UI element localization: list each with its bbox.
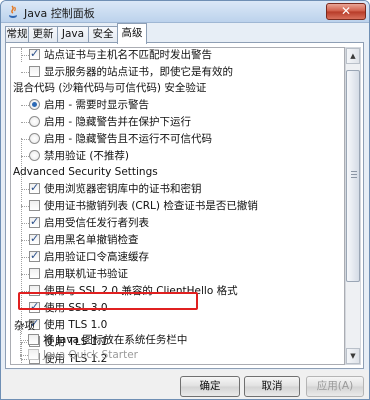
apply-button[interactable]: 应用(A) [306,376,364,397]
scroll-down-button[interactable]: ▼ [346,348,360,364]
setting-label: 启用验证口令高速缓存 [44,251,149,263]
arrow-down-icon: ▼ [350,352,356,360]
grip-line [351,177,357,178]
grip-line [351,174,357,175]
scrollbar-thumb[interactable] [346,70,360,282]
radio-mixed-code-show-warning[interactable] [29,99,40,110]
button-bar: 确定 取消 应用(A) [1,370,369,399]
cancel-button[interactable]: 取消 [244,376,300,397]
tree-line [21,240,29,241]
settings-tree: 站点证书与主机名不匹配时发出警告 显示服务器的站点证书，即使它是有效的 混合代码… [10,47,345,365]
checkbox-hostname-mismatch-warning[interactable] [29,48,40,61]
setting-label: 将 Java 图标放在系统任务栏中 [43,334,188,346]
tree-line [21,206,29,207]
ok-button[interactable]: 确定 [180,376,240,397]
section-heading: Advanced Security Settings [13,166,158,178]
checkbox-trusted-publishers[interactable] [29,215,40,229]
tab-java-label: Java [61,28,85,40]
checkbox-java-tray-icon[interactable] [28,334,39,345]
tree-line [20,340,28,341]
annotation-highlight-box [18,292,198,310]
tree-line [20,323,21,359]
tree-line [20,355,28,356]
tree-line [21,223,29,224]
tree-line [21,257,29,258]
radio-label: 禁用验证 (不推荐) [44,150,130,162]
radio-label: 启用 - 隐藏警告且不运行不可信代码 [44,133,212,145]
checkbox-online-cert-validation[interactable] [29,268,40,279]
advanced-tab-panel: 站点证书与主机名不匹配时发出警告 显示服务器的站点证书，即使它是有效的 混合代码… [5,42,364,369]
tab-security[interactable]: 安全 [88,26,118,43]
tree-line [21,55,29,56]
tab-update[interactable]: 更新 [28,26,58,43]
tree-line [21,156,29,157]
tab-general-label: 常规 [6,28,28,40]
setting-label: 启用受信任发行者列表 [44,217,149,229]
setting-label: 启用黑名单撤销检查 [44,234,139,246]
grip-line [351,171,357,172]
tab-update-label: 更新 [32,28,54,40]
window-title: Java 控制面板 [24,7,95,20]
radio-mixed-code-hide-run-protected[interactable] [29,116,40,127]
checkbox-browser-keystore[interactable] [29,181,40,195]
setting-label: 显示服务器的站点证书，即使它是有效的 [44,66,233,78]
setting-label: Java Quick Starter [43,349,138,361]
tab-java[interactable]: Java [57,26,89,43]
vertical-scrollbar[interactable]: ▲ ▼ [345,47,361,365]
tab-advanced[interactable]: 高级 [117,23,147,44]
tree-line [21,189,29,190]
tree-line [21,122,29,123]
tab-general[interactable]: 常规 [5,26,29,43]
setting-label: 启用联机证书验证 [44,268,128,280]
checkbox-crl-check[interactable] [29,200,40,211]
tree-line [21,72,29,73]
close-button[interactable]: ✕ [326,3,366,20]
setting-label: 使用 TLS 1.0 [44,319,108,331]
setting-label: 使用浏览器密钥库中的证书和密钥 [44,183,202,195]
arrow-up-icon: ▲ [350,52,356,60]
tree-line [21,274,29,275]
checkbox-show-site-cert[interactable] [29,66,40,77]
checkbox-password-cache[interactable] [29,249,40,263]
tree-line [21,343,22,364]
tab-security-label: 安全 [92,28,114,40]
tree-line [21,139,29,140]
radio-label: 启用 - 需要时显示警告 [44,99,149,111]
java-logo-icon [9,5,17,18]
checkbox-blacklist-revocation[interactable] [29,232,40,246]
radio-mixed-code-hide-no-untrusted[interactable] [29,133,40,144]
section-heading: 杂项 [14,320,35,332]
radio-label: 启用 - 隐藏警告并在保护下运行 [44,116,191,128]
setting-label: 站点证书与主机名不匹配时发出警告 [44,49,212,61]
close-icon: ✕ [340,4,352,18]
tab-advanced-label: 高级 [121,27,143,39]
setting-label: 使用证书撤销列表 (CRL) 检查证书是否已撤销 [44,200,258,212]
radio-mixed-code-disable[interactable] [29,150,40,161]
checkbox-java-quick-starter [28,349,39,360]
section-heading: 混合代码 (沙箱代码与可信代码) 安全验证 [13,82,207,94]
title-bar: Java 控制面板 ✕ [1,1,369,23]
java-control-panel-window: Java 控制面板 ✕ 常规 更新 Java 安全 高级 站点证书与主机名不匹配… [0,0,370,400]
scroll-up-button[interactable]: ▲ [346,48,360,64]
tree-line [21,105,29,106]
